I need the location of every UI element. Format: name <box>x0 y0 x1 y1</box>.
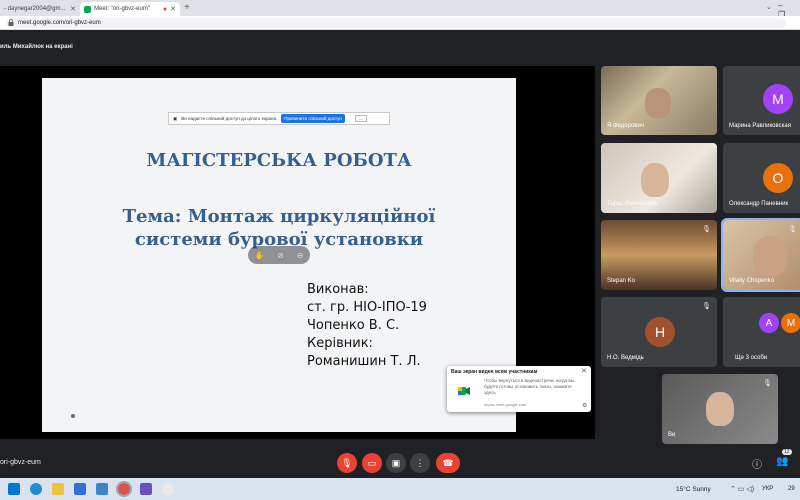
avatar: M <box>763 84 793 114</box>
mail-icon[interactable] <box>74 483 86 495</box>
mute-icon[interactable]: ⊘ <box>277 251 284 260</box>
mic-off-icon: 🎙 <box>788 226 797 233</box>
credit-line: Чопенко В. С. <box>307 318 400 333</box>
participant-video <box>645 88 671 118</box>
leave-call-button[interactable]: ☎ <box>436 453 460 473</box>
participant-tile[interactable]: Тарас Романишин <box>601 143 717 213</box>
participant-video <box>706 392 734 426</box>
new-tab-button[interactable]: + <box>184 2 190 13</box>
stop-sharing-button[interactable]: Припинити спільний доступ <box>281 114 345 123</box>
tab-label: - daynegar2004@gm... <box>4 6 66 12</box>
participant-name: Я Федорович <box>607 123 644 129</box>
tab-meet[interactable]: Meet: "ori-gbvz-eum" ● ✕ <box>80 2 180 16</box>
participant-name: Олександр Паневник <box>729 201 789 207</box>
credit-line: Виконав: <box>307 282 369 297</box>
screen-share-bar: ▣ Ви надаєте спільний доступ до цілого е… <box>168 112 390 125</box>
more-vert-icon: ⋮ <box>415 457 425 468</box>
mic-toggle-button[interactable]: 🎙 <box>337 453 357 473</box>
language-indicator[interactable]: УКР <box>762 486 773 492</box>
notification-body: Чтобы вернуться в видеовстречи, когда вы… <box>484 378 575 395</box>
people-icon[interactable]: 👥 <box>776 456 788 467</box>
pin-icon[interactable]: ✋ <box>254 251 264 260</box>
credit-line: Керівник: <box>307 336 373 351</box>
mic-off-icon: 🎙 <box>763 380 772 387</box>
avatar: O <box>763 163 793 193</box>
more-participants-tile[interactable]: A M Ще 3 особи <box>723 297 800 367</box>
credit-line: ст. гр. НІО-ІПО-19 <box>307 300 427 315</box>
notification-title: Ваш экран виден всем участникам <box>451 369 538 375</box>
lock-icon[interactable] <box>8 19 14 26</box>
edge-icon[interactable] <box>30 483 42 495</box>
chrome-icon[interactable] <box>116 481 132 497</box>
app-icon[interactable] <box>162 483 174 495</box>
credit-line: Романишин Т. Л. <box>307 354 421 369</box>
meeting-code: ori-gbvz-eum <box>0 459 41 466</box>
avatar: A <box>759 313 779 333</box>
participant-name: Ви <box>668 432 676 438</box>
participant-tile[interactable]: Н 🎙 Н.О. Ведмідь <box>601 297 717 367</box>
people-count-badge: 12 <box>782 449 792 455</box>
slide-title: МАГІСТЕРСЬКА РОБОТА <box>146 150 412 171</box>
share-message: Ви надаєте спільний доступ до цілого екр… <box>181 116 278 121</box>
tab-search-icon[interactable]: ⌄ <box>766 3 772 11</box>
file-explorer-icon[interactable] <box>52 483 64 495</box>
present-screen-icon: ▣ <box>391 457 401 468</box>
participant-tile[interactable]: O Олександр Паневник <box>723 143 800 213</box>
camera-toggle-button[interactable]: ▭ <box>362 453 382 473</box>
tab-label: Meet: "ori-gbvz-eum" <box>94 6 150 12</box>
weather-widget[interactable]: 15°C Sunny <box>676 486 711 493</box>
mic-off-icon: 🎙 <box>702 303 711 310</box>
app-icon[interactable] <box>140 483 152 495</box>
participant-tile[interactable]: 🎙 Stepan Ko <box>601 220 717 290</box>
notification-source: через meet.google.com <box>484 402 527 407</box>
participant-tile[interactable]: Я Федорович <box>601 66 717 135</box>
share-info-icon: ▣ <box>173 115 178 121</box>
participant-name: Н.О. Ведмідь <box>607 355 644 361</box>
tray-icons[interactable]: ⌃ ▭ ◁) <box>730 485 754 493</box>
participant-name: Тарас Романишин <box>607 201 658 207</box>
windows-start-icon[interactable] <box>8 483 20 495</box>
recording-dot-icon: ● <box>162 5 168 13</box>
hangup-icon: ☎ <box>442 457 454 468</box>
close-icon[interactable]: ✕ <box>581 367 587 375</box>
slide-topic-line: Тема: Монтаж циркуляційної <box>122 206 436 227</box>
hide-share-bar-button[interactable]: ... <box>354 115 367 122</box>
mic-off-icon: 🎙 <box>341 457 353 468</box>
close-icon[interactable]: ✕ <box>170 5 176 13</box>
participant-name: Vitaliy Chopenko <box>729 278 774 284</box>
clock[interactable]: 29 <box>788 486 795 492</box>
url-field[interactable]: meet.google.com/ori-gbvz-eum <box>6 18 786 28</box>
store-icon[interactable] <box>96 483 108 495</box>
slide-corner-dot <box>71 414 75 418</box>
presentation-float-controls: ✋ ⊘ ⊖ <box>248 246 310 264</box>
gear-icon[interactable]: ⚙ <box>582 402 587 409</box>
presenter-banner: иль Михайлюк на екрані <box>0 44 73 50</box>
info-icon[interactable]: ⓘ <box>752 456 762 471</box>
camera-off-icon: ▭ <box>367 457 377 468</box>
participant-tile[interactable]: 🎙 Vitaliy Chopenko <box>721 218 800 292</box>
participant-video <box>641 163 669 197</box>
meet-logo-icon <box>458 387 470 395</box>
tab-gmail[interactable]: - daynegar2004@gm... ✕ <box>0 2 80 16</box>
slide-topic: Тема: Монтаж циркуляційної системи буров… <box>42 205 516 251</box>
present-button[interactable]: ▣ <box>386 453 406 473</box>
participant-tile[interactable]: M Марина Равликовская <box>723 66 800 135</box>
close-icon[interactable]: ✕ <box>70 5 76 13</box>
participant-name: Ще 3 особи <box>735 355 768 361</box>
avatar: M <box>781 313 800 333</box>
participant-name: Марина Равликовская <box>729 123 791 129</box>
participant-video <box>753 236 787 276</box>
mic-off-icon: 🎙 <box>702 226 711 233</box>
self-view-tile[interactable]: 🎙 Ви <box>662 374 778 444</box>
meet-favicon-icon <box>84 5 91 13</box>
avatar: Н <box>645 317 675 347</box>
participant-name: Stepan Ko <box>607 278 636 284</box>
slide-credits: Виконав: ст. гр. НІО-ІПО-19 Чопенко В. С… <box>307 281 427 371</box>
remove-icon[interactable]: ⊖ <box>297 251 304 260</box>
more-options-button[interactable]: ⋮ <box>410 453 430 473</box>
